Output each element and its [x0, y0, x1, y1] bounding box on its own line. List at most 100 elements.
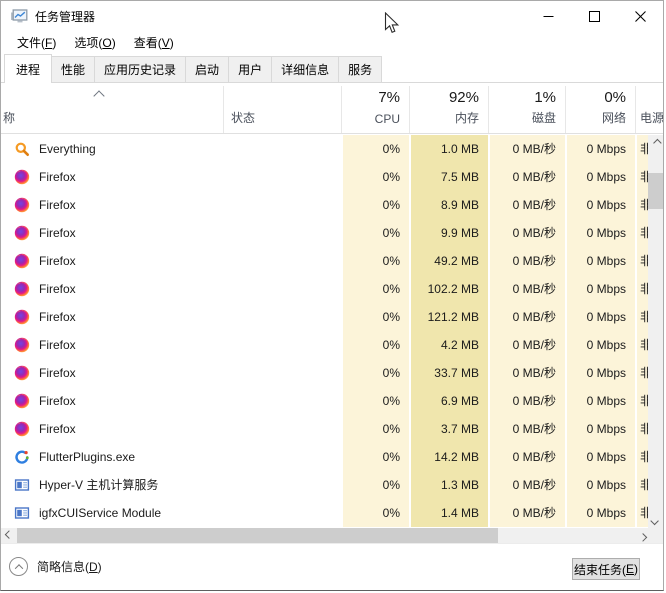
process-disk-value: 0 MB/秒: [488, 415, 565, 443]
vertical-scrollbar-thumb[interactable]: [648, 173, 663, 209]
table-row[interactable]: Firefox 0% 9.9 MB 0 MB/秒 0 Mbps 非: [1, 219, 650, 247]
process-cpu-value: 0%: [341, 303, 409, 331]
table-row[interactable]: Firefox 0% 49.2 MB 0 MB/秒 0 Mbps 非: [1, 247, 650, 275]
process-name: Firefox: [39, 366, 76, 380]
table-row[interactable]: Firefox 0% 4.2 MB 0 MB/秒 0 Mbps 非: [1, 331, 650, 359]
fewer-details-toggle[interactable]: 简略信息(D): [9, 557, 102, 576]
process-network-value: 0 Mbps: [565, 303, 635, 331]
scroll-down-button[interactable]: [648, 513, 663, 528]
window-controls: [525, 1, 663, 31]
process-network-value: 0 Mbps: [565, 135, 635, 163]
table-row[interactable]: Firefox 0% 7.5 MB 0 MB/秒 0 Mbps 非: [1, 163, 650, 191]
process-name: Firefox: [39, 310, 76, 324]
menu-options[interactable]: 选项(O): [65, 31, 124, 55]
process-name: Firefox: [39, 394, 76, 408]
scrollbar-corner: [648, 528, 663, 543]
process-name-cell: Firefox: [1, 219, 223, 247]
process-name-cell: Everything: [1, 135, 223, 163]
process-network-value: 0 Mbps: [565, 163, 635, 191]
table-row[interactable]: Firefox 0% 33.7 MB 0 MB/秒 0 Mbps 非: [1, 359, 650, 387]
title-bar: 任务管理器: [1, 1, 663, 31]
table-row[interactable]: Firefox 0% 8.9 MB 0 MB/秒 0 Mbps 非: [1, 191, 650, 219]
process-name: FlutterPlugins.exe: [39, 450, 136, 464]
process-status: [223, 387, 341, 415]
process-name-cell: Firefox: [1, 247, 223, 275]
column-header-name[interactable]: 称: [1, 86, 223, 133]
process-name: Firefox: [39, 338, 76, 352]
process-name-cell: Firefox: [1, 163, 223, 191]
maximize-button[interactable]: [571, 1, 617, 31]
process-cpu-value: 0%: [341, 135, 409, 163]
firefox-icon: [14, 421, 30, 437]
process-network-value: 0 Mbps: [565, 387, 635, 415]
process-name-cell: Firefox: [1, 331, 223, 359]
process-name-cell: Firefox: [1, 303, 223, 331]
disk-column-label: 磁盘: [531, 111, 556, 125]
process-disk-value: 0 MB/秒: [488, 191, 565, 219]
process-network-value: 0 Mbps: [565, 415, 635, 443]
process-cpu-value: 0%: [341, 219, 409, 247]
process-cpu-value: 0%: [341, 331, 409, 359]
tab-app-history[interactable]: 应用历史记录: [94, 56, 187, 82]
process-name-cell: Hyper-V 主机计算服务: [1, 471, 223, 499]
menu-view[interactable]: 查看(V): [125, 31, 183, 55]
tab-performance[interactable]: 性能: [51, 56, 96, 82]
firefox-icon: [14, 393, 30, 409]
table-row[interactable]: FlutterPlugins.exe 0% 14.2 MB 0 MB/秒 0 M…: [1, 443, 650, 471]
column-header-power[interactable]: 电源: [635, 86, 663, 133]
horizontal-scrollbar[interactable]: [1, 528, 650, 543]
memory-column-label: 内存: [454, 111, 479, 125]
chevron-right-icon: [638, 532, 647, 542]
process-status: [223, 415, 341, 443]
process-memory-value: 1.3 MB: [409, 471, 488, 499]
tab-processes[interactable]: 进程: [4, 54, 53, 83]
table-row[interactable]: Firefox 0% 3.7 MB 0 MB/秒 0 Mbps 非: [1, 415, 650, 443]
minimize-button[interactable]: [525, 1, 571, 31]
table-row[interactable]: Everything 0% 1.0 MB 0 MB/秒 0 Mbps 非: [1, 135, 650, 163]
process-status: [223, 135, 341, 163]
tab-details[interactable]: 详细信息: [271, 56, 340, 82]
scroll-left-button[interactable]: [1, 528, 16, 543]
column-header-network[interactable]: 0% 网络: [565, 86, 635, 133]
firefox-icon: [14, 365, 30, 381]
column-header-disk[interactable]: 1% 磁盘: [488, 86, 565, 133]
process-name: Everything: [39, 142, 96, 156]
process-memory-value: 1.4 MB: [409, 499, 488, 527]
collapse-circle-icon: [9, 557, 28, 576]
footer-bar: 简略信息(D) 结束任务(E): [1, 543, 663, 590]
process-network-value: 0 Mbps: [565, 191, 635, 219]
tab-users[interactable]: 用户: [228, 56, 273, 82]
maximize-icon: [588, 10, 600, 22]
close-button[interactable]: [617, 1, 663, 31]
column-header-status[interactable]: 状态: [223, 86, 341, 133]
horizontal-scrollbar-thumb[interactable]: [17, 528, 498, 543]
menu-file[interactable]: 文件(F): [8, 31, 65, 55]
memory-total-percent: 92%: [448, 89, 479, 106]
process-memory-value: 33.7 MB: [409, 359, 488, 387]
task-manager-icon: [9, 6, 29, 26]
process-status: [223, 247, 341, 275]
process-disk-value: 0 MB/秒: [488, 303, 565, 331]
column-header-memory[interactable]: 92% 内存: [409, 86, 488, 133]
table-row[interactable]: Firefox 0% 6.9 MB 0 MB/秒 0 Mbps 非: [1, 387, 650, 415]
process-status: [223, 471, 341, 499]
firefox-icon: [14, 169, 30, 185]
table-row[interactable]: Hyper-V 主机计算服务 0% 1.3 MB 0 MB/秒 0 Mbps 非: [1, 471, 650, 499]
tab-startup[interactable]: 启动: [185, 56, 230, 82]
table-row[interactable]: igfxCUIService Module 0% 1.4 MB 0 MB/秒 0…: [1, 499, 650, 527]
table-row[interactable]: Firefox 0% 121.2 MB 0 MB/秒 0 Mbps 非: [1, 303, 650, 331]
window-icon: [14, 505, 30, 521]
process-network-value: 0 Mbps: [565, 219, 635, 247]
scroll-up-button[interactable]: [648, 135, 663, 150]
end-task-button[interactable]: 结束任务(E): [572, 558, 640, 580]
process-cpu-value: 0%: [341, 387, 409, 415]
process-status: [223, 303, 341, 331]
process-name: igfxCUIService Module: [39, 506, 162, 520]
column-header-cpu[interactable]: 7% CPU: [341, 86, 409, 133]
table-row[interactable]: Firefox 0% 102.2 MB 0 MB/秒 0 Mbps 非: [1, 275, 650, 303]
window-title: 任务管理器: [35, 9, 96, 24]
process-network-value: 0 Mbps: [565, 443, 635, 471]
tab-services[interactable]: 服务: [338, 56, 383, 82]
vertical-scrollbar[interactable]: [648, 135, 663, 528]
firefox-icon: [14, 253, 30, 269]
